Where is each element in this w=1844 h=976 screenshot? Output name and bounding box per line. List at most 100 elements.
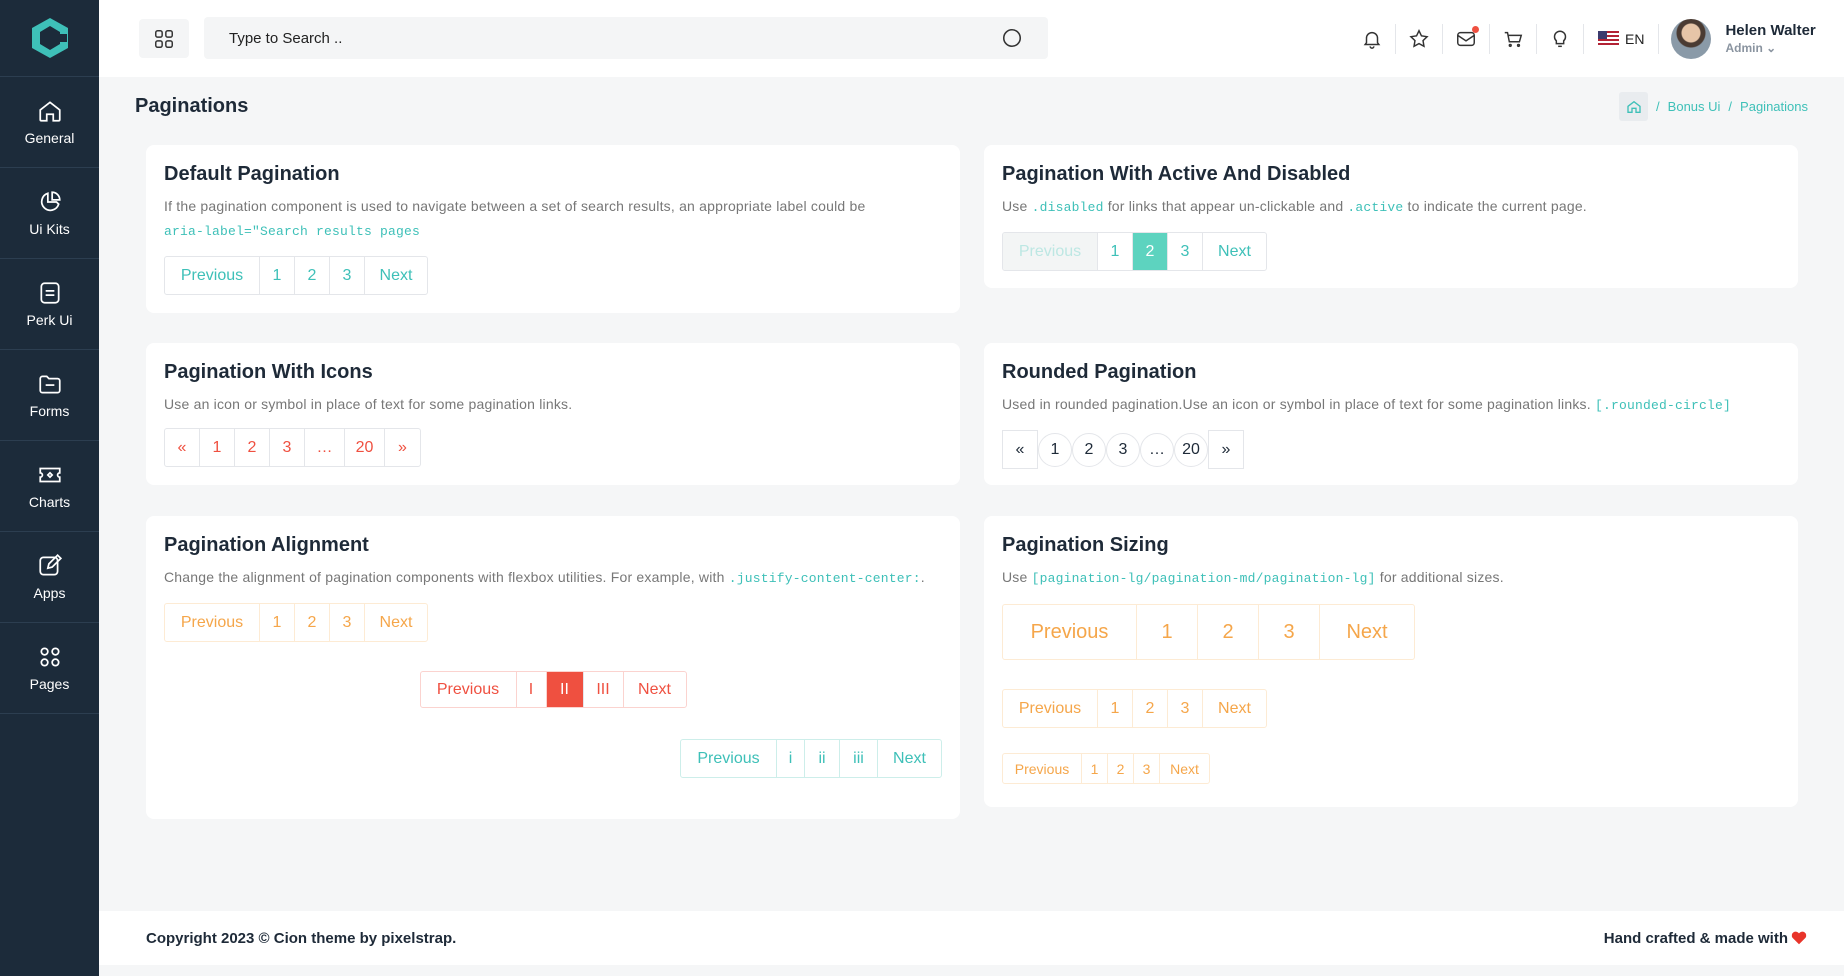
page-link[interactable]: 20 <box>1174 432 1208 467</box>
search-input[interactable] <box>229 29 929 47</box>
page-previous[interactable]: Previous <box>1003 605 1137 659</box>
page-link[interactable]: 1 <box>1137 605 1198 659</box>
card-title: Pagination Alignment <box>164 534 369 556</box>
page-link-active[interactable]: 2 <box>1133 233 1168 270</box>
bookmark-button[interactable] <box>1396 23 1443 54</box>
cart-icon <box>1504 31 1523 47</box>
page-last[interactable]: » <box>385 429 420 466</box>
message-button[interactable] <box>1443 23 1490 54</box>
page-link[interactable]: 20 <box>345 429 385 466</box>
search-icon[interactable] <box>1001 27 1023 49</box>
theme-toggle-button[interactable] <box>1537 23 1584 54</box>
app-logo[interactable] <box>0 0 99 77</box>
page-link[interactable]: 3 <box>1168 233 1203 270</box>
page-next[interactable]: Next <box>1203 690 1266 727</box>
page-link[interactable]: 1 <box>1098 233 1133 270</box>
sidebar-item-apps[interactable]: Apps <box>0 532 99 623</box>
page-link[interactable]: 3 <box>270 429 305 466</box>
sidebar-item-pages[interactable]: Pages <box>0 623 99 714</box>
page-next[interactable]: Next <box>1203 233 1266 270</box>
page-link[interactable]: 3 <box>330 257 365 294</box>
page-link[interactable]: 1 <box>1098 690 1133 727</box>
page-link[interactable]: i <box>777 740 805 777</box>
home-icon <box>1626 100 1641 113</box>
sidebar-item-label: Charts <box>28 494 71 510</box>
page-previous[interactable]: Previous <box>165 257 260 294</box>
page-link-active[interactable]: II <box>546 672 584 707</box>
document-icon <box>39 282 60 304</box>
page-link[interactable]: 3 <box>330 604 365 641</box>
sidebar-item-forms[interactable]: Forms <box>0 350 99 441</box>
page-link[interactable]: 1 <box>1038 432 1072 467</box>
pagination-default: Previous 1 2 3 Next <box>164 256 428 295</box>
card-title: Rounded Pagination <box>1002 361 1197 383</box>
page-last[interactable]: » <box>1208 430 1244 469</box>
page-link[interactable]: 2 <box>295 257 330 294</box>
page-link[interactable]: 1 <box>260 604 295 641</box>
page-link[interactable]: 3 <box>1259 605 1320 659</box>
page-next[interactable]: Next <box>365 604 427 641</box>
unread-dot <box>1472 25 1479 33</box>
page-link[interactable]: 1 <box>200 429 235 466</box>
header-actions: EN Helen Walter Admin ⌄ <box>1349 0 1816 77</box>
language-selector[interactable]: EN <box>1584 23 1660 54</box>
ticket-icon <box>38 467 61 483</box>
page-link[interactable]: 1 <box>1082 754 1108 783</box>
page-previous[interactable]: Previous <box>165 604 260 641</box>
cart-button[interactable] <box>1490 23 1537 54</box>
page-next[interactable]: Next <box>1320 605 1414 659</box>
heart-icon <box>1791 931 1807 945</box>
page-previous[interactable]: Previous <box>1003 690 1098 727</box>
user-profile[interactable]: Helen Walter Admin ⌄ <box>1659 18 1816 59</box>
breadcrumb: / Bonus Ui / Paginations <box>1619 92 1808 121</box>
sidebar-item-perk-ui[interactable]: Perk Ui <box>0 259 99 350</box>
folder-icon <box>38 375 61 394</box>
page-previous[interactable]: Previous <box>1003 754 1082 783</box>
sidebar-item-label: Forms <box>29 403 70 419</box>
card-title: Pagination With Active And Disabled <box>1002 163 1351 185</box>
pagination-align-end-row: Previous i ii iii Next <box>164 739 942 778</box>
breadcrumb-home[interactable] <box>1619 92 1649 121</box>
user-name: Helen Walter <box>1725 22 1816 39</box>
sidebar-item-ui-kits[interactable]: Ui Kits <box>0 168 99 259</box>
pie-chart-icon <box>40 191 61 212</box>
notification-button[interactable] <box>1349 23 1396 54</box>
page-link[interactable]: III <box>584 672 624 707</box>
page-previous[interactable]: Previous <box>421 672 517 707</box>
page-next[interactable]: Next <box>1160 754 1209 783</box>
pagination-medium-row: Previous 1 2 3 Next <box>1002 689 1780 728</box>
page-next[interactable]: Next <box>624 672 686 707</box>
page-link[interactable]: 2 <box>295 604 330 641</box>
grid-icon <box>155 29 173 48</box>
page-ellipsis: … <box>305 429 345 466</box>
page-link[interactable]: I <box>517 672 547 707</box>
page-link[interactable]: 2 <box>235 429 270 466</box>
page-next[interactable]: Next <box>878 740 941 777</box>
page-link[interactable]: iii <box>840 740 878 777</box>
page-link[interactable]: 2 <box>1072 432 1106 467</box>
page-link[interactable]: 1 <box>260 257 295 294</box>
grid-icon <box>39 647 60 667</box>
card-description: If the pagination component is used to n… <box>164 198 866 239</box>
page-link[interactable]: 3 <box>1106 432 1140 467</box>
page-link[interactable]: ii <box>805 740 840 777</box>
apps-grid-button[interactable] <box>139 19 189 58</box>
sidebar-item-general[interactable]: General <box>0 77 99 168</box>
page-previous[interactable]: Previous <box>681 740 777 777</box>
page-next[interactable]: Next <box>365 257 427 294</box>
search-bar <box>204 17 1048 59</box>
card-title: Pagination With Icons <box>164 361 373 383</box>
page-link[interactable]: 3 <box>1168 690 1203 727</box>
page-link[interactable]: 2 <box>1108 754 1134 783</box>
card-rounded-pagination: Rounded Pagination Used in rounded pagin… <box>984 343 1798 485</box>
page-first[interactable]: « <box>165 429 200 466</box>
breadcrumb-item[interactable]: Bonus Ui <box>1668 99 1721 114</box>
sidebar-item-charts[interactable]: Charts <box>0 441 99 532</box>
page-link[interactable]: 2 <box>1198 605 1259 659</box>
page-link[interactable]: 2 <box>1133 690 1168 727</box>
page-first[interactable]: « <box>1002 430 1038 469</box>
page-link[interactable]: 3 <box>1134 754 1160 783</box>
us-flag-icon <box>1598 31 1619 46</box>
page-previous-disabled: Previous <box>1003 233 1098 270</box>
breadcrumb-item[interactable]: Paginations <box>1740 99 1808 114</box>
